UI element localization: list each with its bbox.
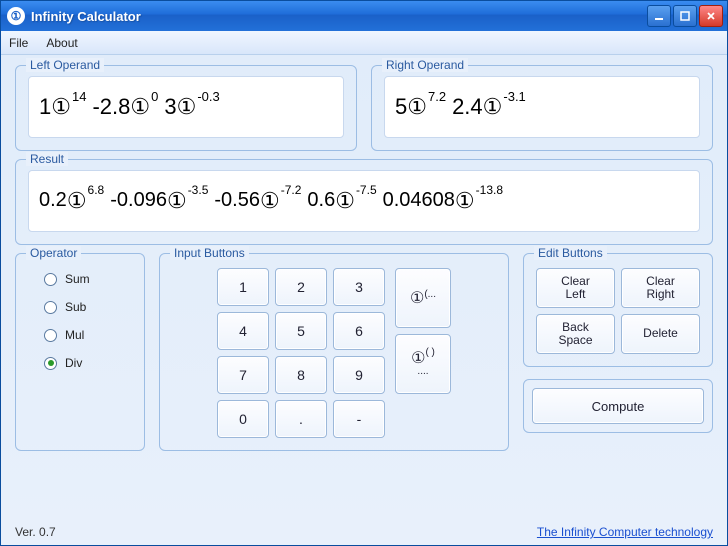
grossone-positive-button[interactable]: ①(... (395, 268, 451, 328)
right-operand-legend: Right Operand (382, 58, 468, 72)
keypad-key-0[interactable]: 0 (217, 400, 269, 438)
backspace-button[interactable]: Back Space (536, 314, 615, 354)
radio-icon (44, 301, 57, 314)
app-icon: ① (7, 7, 25, 25)
term: 2.4①-3.1 (452, 96, 526, 118)
footer: Ver. 0.7 The Infinity Computer technolog… (1, 523, 727, 545)
grossone-negative-button[interactable]: ①( ) .... (395, 334, 451, 394)
keypad-key-1[interactable]: 1 (217, 268, 269, 306)
clear-left-button[interactable]: Clear Left (536, 268, 615, 308)
minimize-button[interactable] (647, 5, 671, 27)
operator-legend: Operator (26, 246, 81, 260)
close-icon (706, 11, 716, 21)
right-operand-panel: Right Operand 5①7.2 2.4①-3.1 (371, 65, 713, 151)
operator-radio-sub[interactable]: Sub (44, 300, 128, 314)
client-area: Left Operand 1①14 -2.8①0 3①-0.3 Right Op… (1, 55, 727, 523)
operator-radio-div[interactable]: Div (44, 356, 128, 370)
result-panel: Result 0.2①6.8 -0.096①-3.5 -0.56①-7.2 0.… (15, 159, 713, 245)
clear-right-button[interactable]: Clear Right (621, 268, 700, 308)
operator-label: Mul (65, 328, 84, 342)
compute-panel: Compute (523, 379, 713, 433)
radio-icon (44, 357, 57, 370)
operator-label: Sub (65, 300, 86, 314)
keypad-key-6[interactable]: 6 (333, 312, 385, 350)
edit-buttons-legend: Edit Buttons (534, 246, 607, 260)
maximize-icon (680, 11, 690, 21)
keypad-key-dot[interactable]: . (275, 400, 327, 438)
version-label: Ver. 0.7 (15, 525, 56, 539)
radio-icon (44, 273, 57, 286)
maximize-button[interactable] (673, 5, 697, 27)
term: -0.096①-3.5 (110, 190, 208, 212)
term: 1①14 (39, 96, 86, 118)
radio-icon (44, 329, 57, 342)
left-operand-legend: Left Operand (26, 58, 104, 72)
term: 0.2①6.8 (39, 190, 104, 212)
keypad-key-4[interactable]: 4 (217, 312, 269, 350)
term: 5①7.2 (395, 96, 446, 118)
menu-about[interactable]: About (46, 36, 77, 50)
close-button[interactable] (699, 5, 723, 27)
minimize-icon (654, 11, 664, 21)
keypad-key-5[interactable]: 5 (275, 312, 327, 350)
operator-radio-sum[interactable]: Sum (44, 272, 128, 286)
term: -2.8①0 (92, 96, 158, 118)
keypad-key-3[interactable]: 3 (333, 268, 385, 306)
keypad-key-7[interactable]: 7 (217, 356, 269, 394)
operator-label: Sum (65, 272, 90, 286)
term: 0.04608①-13.8 (383, 190, 503, 212)
window: ① Infinity Calculator File About Left Op… (0, 0, 728, 546)
term: -0.56①-7.2 (214, 190, 301, 212)
menubar: File About (1, 31, 727, 55)
compute-button[interactable]: Compute (532, 388, 704, 424)
left-operand-display[interactable]: 1①14 -2.8①0 3①-0.3 (28, 76, 344, 138)
titlebar[interactable]: ① Infinity Calculator (1, 1, 727, 31)
technology-link[interactable]: The Infinity Computer technology (537, 525, 713, 539)
keypad-key-9[interactable]: 9 (333, 356, 385, 394)
right-operand-display[interactable]: 5①7.2 2.4①-3.1 (384, 76, 700, 138)
operator-panel: Operator SumSubMulDiv (15, 253, 145, 451)
term: 0.6①-7.5 (307, 190, 376, 212)
left-operand-panel: Left Operand 1①14 -2.8①0 3①-0.3 (15, 65, 357, 151)
delete-button[interactable]: Delete (621, 314, 700, 354)
menu-file[interactable]: File (9, 36, 28, 50)
result-legend: Result (26, 152, 68, 166)
operator-label: Div (65, 356, 82, 370)
keypad-key-minus[interactable]: - (333, 400, 385, 438)
edit-buttons-panel: Edit Buttons Clear Left Clear Right Back… (523, 253, 713, 367)
input-buttons-panel: Input Buttons 1234567890.- ①(... ①( ) ..… (159, 253, 509, 451)
keypad-key-8[interactable]: 8 (275, 356, 327, 394)
operator-radio-mul[interactable]: Mul (44, 328, 128, 342)
input-buttons-legend: Input Buttons (170, 246, 249, 260)
keypad-key-2[interactable]: 2 (275, 268, 327, 306)
term: 3①-0.3 (164, 96, 219, 118)
result-display: 0.2①6.8 -0.096①-3.5 -0.56①-7.2 0.6①-7.5 … (28, 170, 700, 232)
window-title: Infinity Calculator (31, 9, 647, 24)
